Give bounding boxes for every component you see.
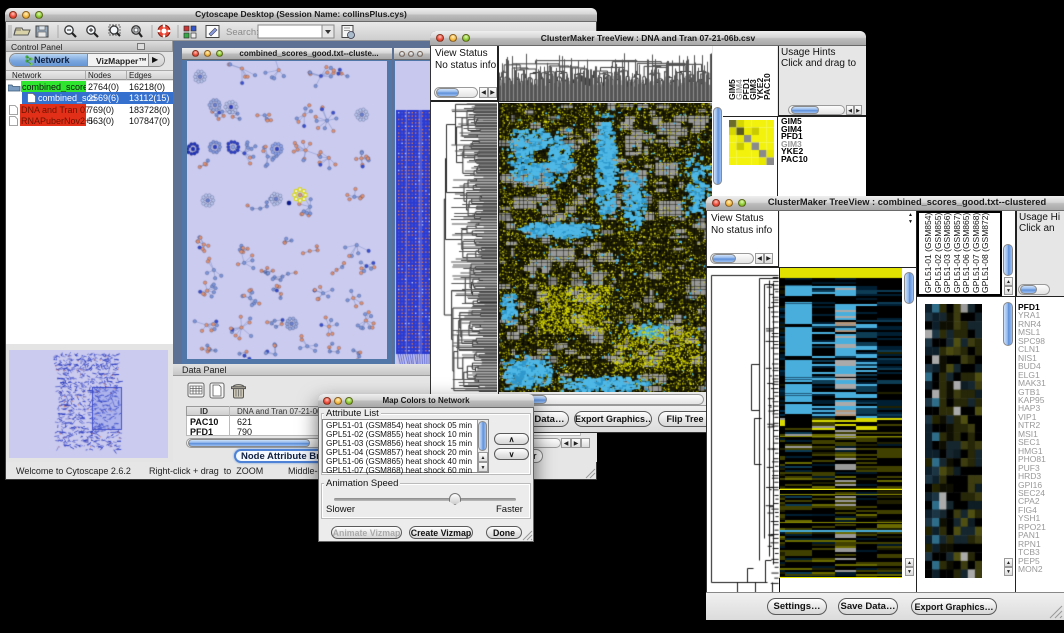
svg-text:Search:: Search: xyxy=(226,27,259,38)
